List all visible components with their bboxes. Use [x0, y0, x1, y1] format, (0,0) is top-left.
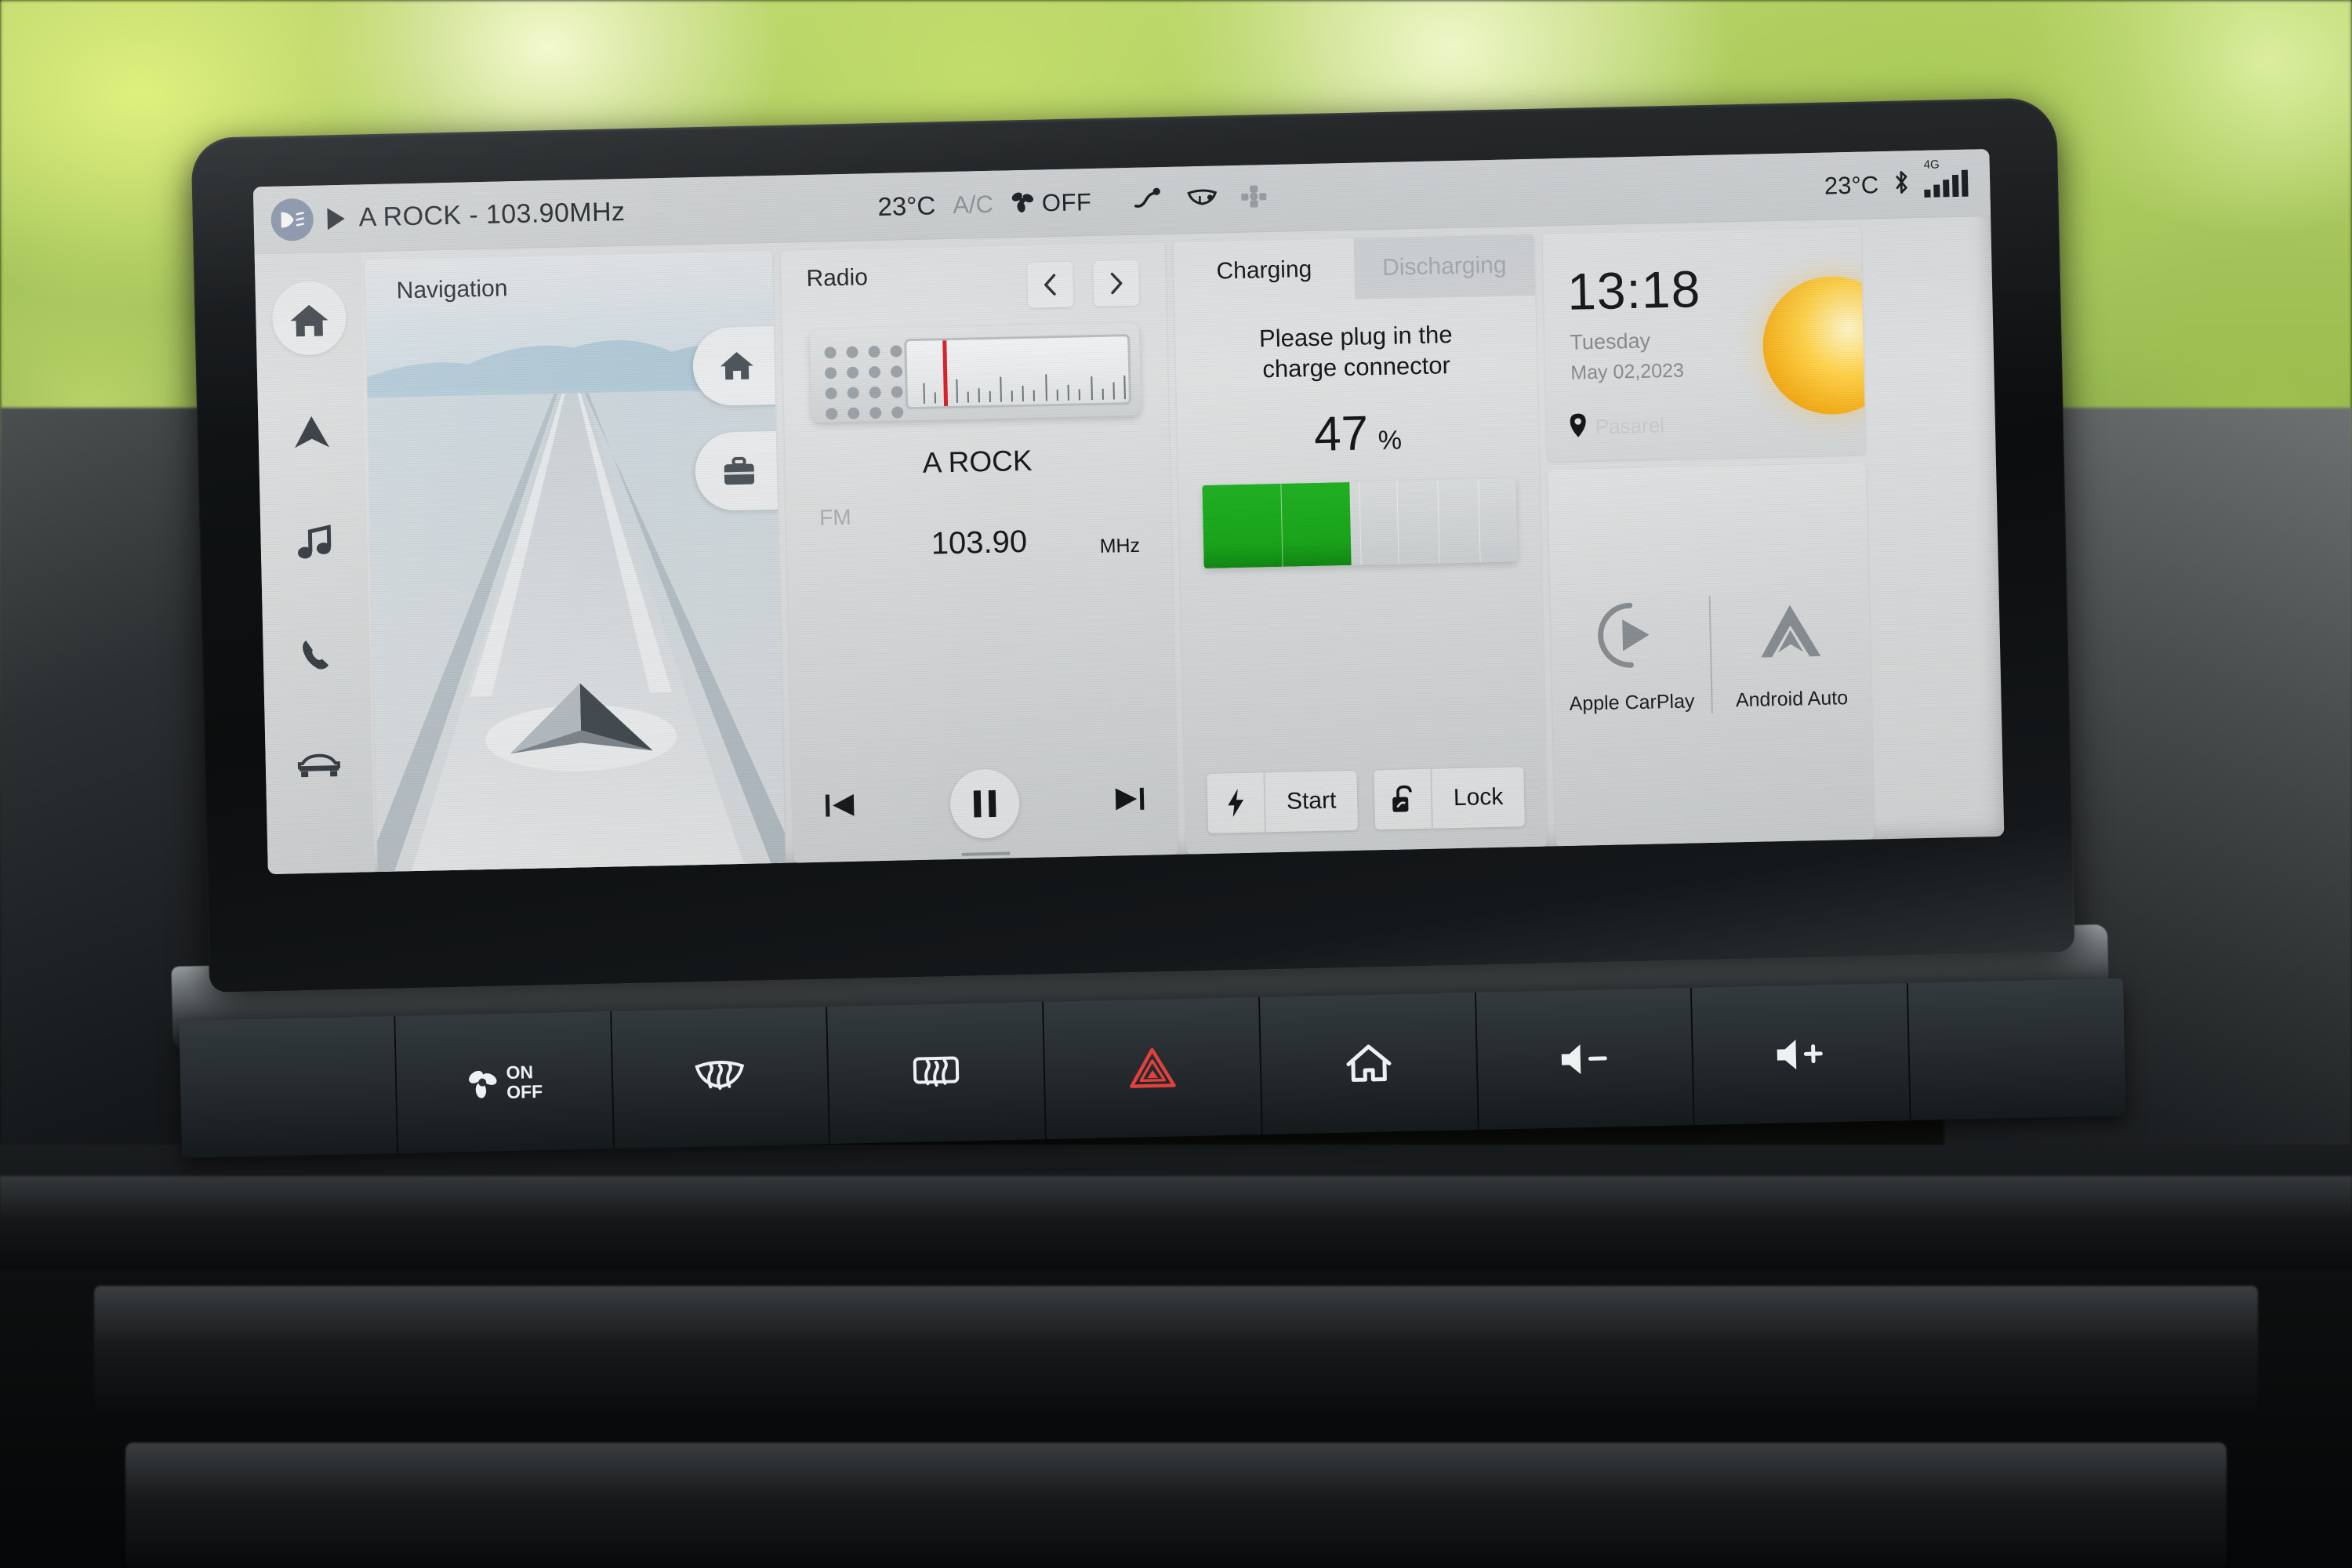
hw-button-rear-defrost[interactable]: [827, 1002, 1047, 1144]
lock-button[interactable]: Lock: [1374, 767, 1525, 830]
lightning-bolt-icon: [1207, 772, 1267, 833]
charge-message-line2: charge connector: [1261, 351, 1451, 383]
skip-previous-icon[interactable]: [819, 787, 861, 826]
battery-percent: 47 %: [1177, 402, 1538, 466]
start-button-label: Start: [1265, 770, 1359, 833]
home-cards: Navigation Radio A ROCK FM 103.90 MHz Ch…: [361, 216, 2005, 873]
sidebar-item-vehicle[interactable]: [271, 711, 366, 820]
home-outline-icon: [1346, 1044, 1392, 1082]
network-type-label: 4G: [1923, 157, 1940, 172]
radio-tuner-needle: [942, 340, 949, 407]
unlock-padlock-icon: [1374, 768, 1433, 830]
percent-sign: %: [1377, 425, 1403, 456]
phone-projection-card[interactable]: Apple CarPlay Android Auto: [1548, 463, 1875, 847]
radio-card-title: Radio: [806, 264, 869, 292]
airflow-face-icon[interactable]: [1132, 187, 1164, 215]
vehicle-chevron-icon: [485, 683, 677, 771]
battery-gauge: [1202, 478, 1518, 569]
sidebar-item-home[interactable]: [262, 267, 357, 376]
infotainment-display: A ROCK - 103.90MHz 23°C A/C OFF 23°C 4G …: [171, 97, 2110, 1054]
android-auto-button[interactable]: Android Auto: [1711, 593, 1871, 712]
cabin-temp-label: 23°C: [877, 190, 936, 221]
now-playing-label: A ROCK - 103.90MHz: [358, 197, 626, 233]
signal-bars-icon: 4G: [1923, 158, 1969, 198]
prev-preset-button[interactable]: [1027, 261, 1074, 308]
android-auto-label: Android Auto: [1735, 686, 1849, 711]
media-transport-controls: [792, 765, 1178, 863]
skip-next-icon[interactable]: [1109, 781, 1151, 820]
battery-gauge-fill: [1202, 482, 1352, 569]
clock-date: May 02,2023: [1570, 359, 1685, 384]
status-right-cluster: 23°C 4G: [1824, 158, 1991, 201]
start-charge-button[interactable]: Start: [1207, 770, 1359, 833]
charge-tabs: Charging Discharging: [1174, 234, 1536, 303]
seat-climate-icon[interactable]: [1240, 184, 1268, 212]
radio-frequency-unit: MHz: [1099, 534, 1141, 557]
play-icon[interactable]: [327, 207, 345, 230]
radio-card[interactable]: Radio A ROCK FM 103.90 MHz: [780, 242, 1178, 863]
fan-icon[interactable]: [1011, 190, 1036, 218]
hw-button-front-defrost[interactable]: [611, 1007, 831, 1149]
sidebar-item-phone[interactable]: [269, 600, 364, 709]
console-trim-lower: [125, 1443, 2227, 1568]
console-trim-upper: [0, 1176, 2352, 1270]
apple-carplay-button[interactable]: Apple CarPlay: [1551, 597, 1711, 715]
navigation-card[interactable]: Navigation: [364, 250, 786, 873]
briefcase-icon: [724, 456, 755, 485]
sidebar-item-navigation[interactable]: [264, 378, 359, 487]
charge-message: Please plug in the charge connector: [1175, 318, 1537, 387]
next-preset-button[interactable]: [1093, 260, 1140, 307]
touchscreen[interactable]: A ROCK - 103.90MHz 23°C A/C OFF 23°C 4G …: [252, 149, 2005, 875]
fan-state-label: OFF: [1041, 187, 1092, 216]
clock-weather-card[interactable]: 13:18 Tuesday May 02,2023 Pasarel: [1542, 227, 1866, 462]
home-icon: [720, 351, 753, 380]
apple-carplay-icon: [1598, 602, 1650, 668]
apple-carplay-label: Apple CarPlay: [1569, 689, 1695, 715]
ac-label: A/C: [952, 190, 994, 219]
rear-defrost-icon: [913, 1056, 960, 1087]
charging-card[interactable]: Charging Discharging Please plug in the …: [1173, 234, 1548, 855]
hw-button-hazard-lights[interactable]: [1044, 996, 1263, 1139]
hw-button-volume-up[interactable]: [1692, 982, 1911, 1125]
battery-percent-value: 47: [1313, 406, 1369, 463]
hw-button-blank-left[interactable]: [179, 1016, 398, 1159]
hazard-triangle-icon: [1130, 1047, 1176, 1088]
fog-light-icon[interactable]: [270, 198, 314, 241]
hw-button-home[interactable]: [1259, 992, 1479, 1134]
outside-temp-label: 23°C: [1824, 170, 1879, 200]
tab-discharging[interactable]: Discharging: [1353, 234, 1536, 299]
lock-button-label: Lock: [1432, 767, 1525, 829]
radio-dial-icon: [809, 322, 1142, 423]
clock-weekday: Tuesday: [1570, 328, 1651, 354]
volume-down-icon: [1561, 1044, 1607, 1074]
windshield-defrost-icon[interactable]: [1184, 186, 1221, 212]
play-pause-button[interactable]: [949, 768, 1021, 840]
bluetooth-icon: [1893, 169, 1911, 199]
fan-icon: [468, 1070, 497, 1098]
sidebar-item-media[interactable]: [267, 489, 361, 598]
radio-station-name: A ROCK: [922, 444, 1033, 479]
radio-band-label: FM: [818, 504, 851, 530]
windshield-defrost-icon: [695, 1060, 745, 1090]
nav-work-shortcut[interactable]: [694, 430, 784, 512]
clock-time: 13:18: [1566, 260, 1702, 321]
console-trim-mid: [94, 1286, 2258, 1419]
right-column: 13:18 Tuesday May 02,2023 Pasarel Apple …: [1542, 227, 1877, 847]
tab-charging[interactable]: Charging: [1174, 238, 1356, 303]
location-pin-icon: [1568, 412, 1588, 442]
navigation-card-title: Navigation: [396, 275, 508, 304]
climate-summary[interactable]: 23°C A/C OFF: [877, 183, 1268, 222]
location-row: Pasarel: [1568, 411, 1664, 442]
hw-button-blank-right[interactable]: [1908, 978, 2126, 1120]
hw-button-fan-on-off[interactable]: ON OFF: [395, 1011, 615, 1154]
android-auto-icon: [1761, 604, 1821, 658]
nav-home-shortcut[interactable]: [691, 325, 782, 407]
hw-fan-label: ON OFF: [506, 1062, 543, 1102]
hw-button-volume-down[interactable]: [1475, 987, 1696, 1130]
volume-up-icon: [1777, 1039, 1824, 1069]
sunny-icon: [1761, 274, 1866, 416]
sidebar: [254, 252, 375, 875]
location-label: Pasarel: [1595, 413, 1665, 439]
